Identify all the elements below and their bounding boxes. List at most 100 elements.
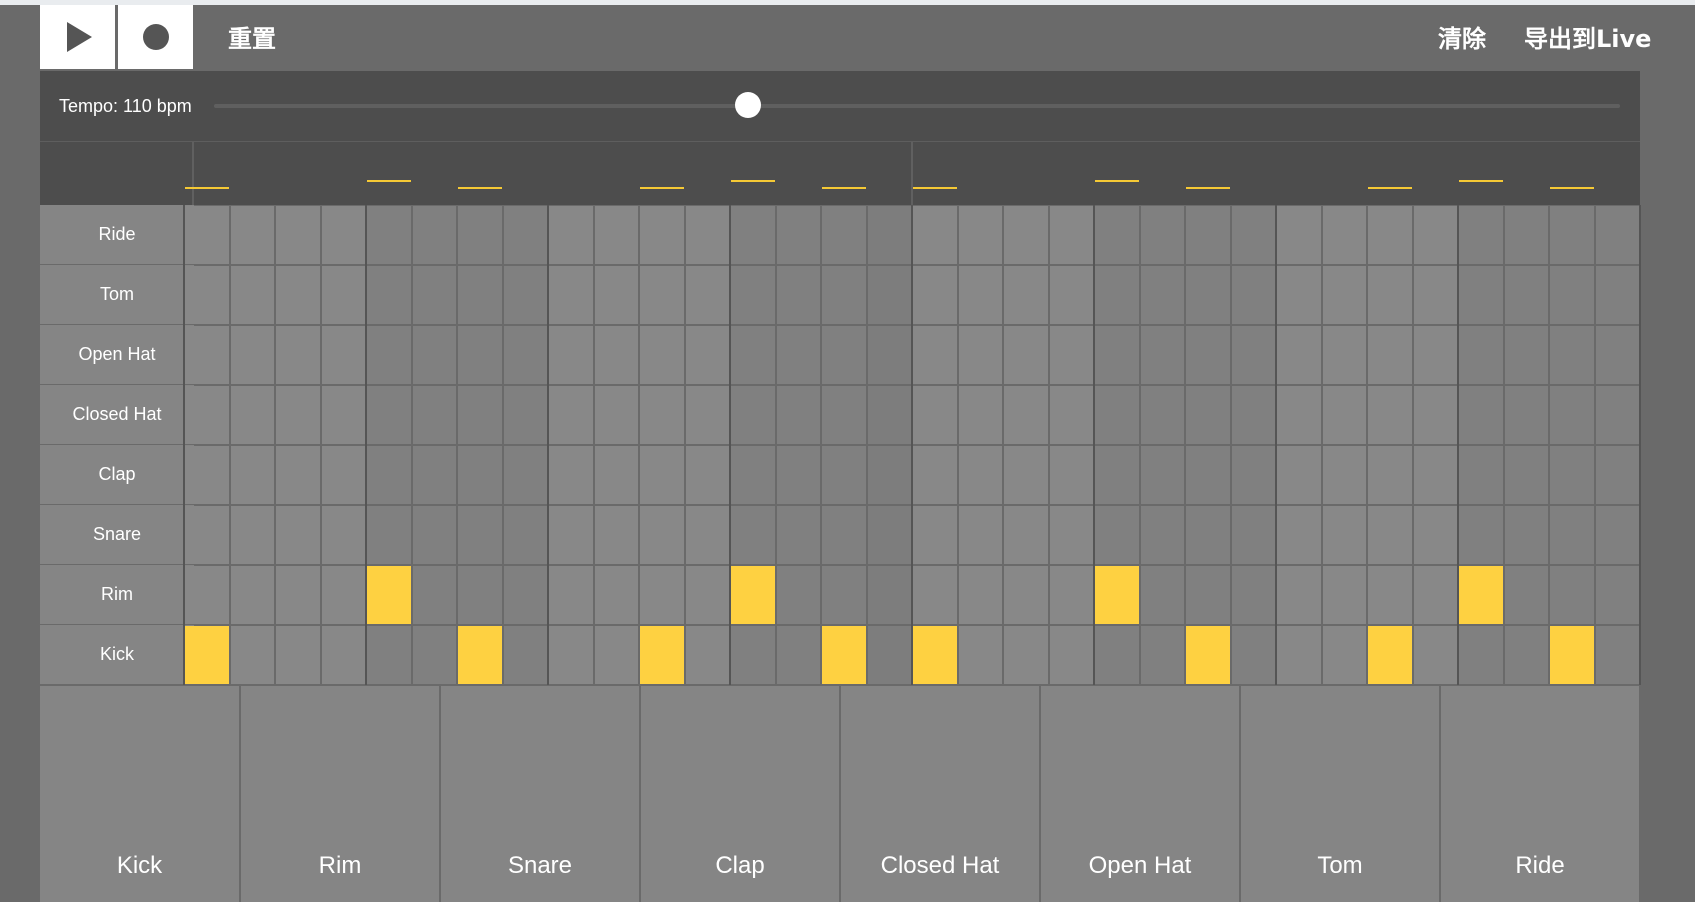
step-cell[interactable] bbox=[1550, 566, 1594, 624]
step-cell[interactable] bbox=[1049, 446, 1093, 504]
step-cell[interactable] bbox=[1140, 386, 1184, 444]
step-cell[interactable] bbox=[1322, 626, 1366, 684]
step-cell[interactable] bbox=[1550, 326, 1594, 384]
step-cell[interactable] bbox=[1277, 566, 1321, 624]
step-cell[interactable] bbox=[867, 206, 911, 264]
step-cell[interactable] bbox=[1095, 266, 1139, 324]
pad-clap[interactable]: Clap bbox=[641, 686, 839, 902]
step-cell[interactable] bbox=[321, 386, 365, 444]
step-cell[interactable] bbox=[1277, 626, 1321, 684]
step-cell[interactable] bbox=[276, 386, 320, 444]
step-cell[interactable] bbox=[1186, 386, 1230, 444]
step-cell[interactable] bbox=[1140, 446, 1184, 504]
step-cell[interactable] bbox=[822, 506, 866, 564]
step-cell[interactable] bbox=[1459, 206, 1503, 264]
step-cell[interactable] bbox=[1368, 266, 1412, 324]
export-to-live-button[interactable]: 导出到Live bbox=[1524, 19, 1651, 54]
step-cell[interactable] bbox=[1550, 626, 1594, 684]
step-cell[interactable] bbox=[867, 566, 911, 624]
step-cell[interactable] bbox=[913, 566, 957, 624]
step-cell[interactable] bbox=[1140, 326, 1184, 384]
step-cell[interactable] bbox=[185, 266, 229, 324]
step-cell[interactable] bbox=[594, 566, 638, 624]
step-cell[interactable] bbox=[1231, 506, 1275, 564]
step-cell[interactable] bbox=[412, 326, 456, 384]
step-cell[interactable] bbox=[321, 326, 365, 384]
step-cell[interactable] bbox=[412, 626, 456, 684]
step-cell[interactable] bbox=[867, 386, 911, 444]
pad-rim[interactable]: Rim bbox=[241, 686, 439, 902]
step-cell[interactable] bbox=[867, 266, 911, 324]
step-cell[interactable] bbox=[1413, 566, 1457, 624]
step-cell[interactable] bbox=[1186, 326, 1230, 384]
step-cell[interactable] bbox=[1322, 266, 1366, 324]
step-cell[interactable] bbox=[412, 386, 456, 444]
step-cell[interactable] bbox=[958, 266, 1002, 324]
step-cell[interactable] bbox=[503, 326, 547, 384]
step-cell[interactable] bbox=[958, 326, 1002, 384]
step-cell[interactable] bbox=[731, 446, 775, 504]
step-cell[interactable] bbox=[1322, 566, 1366, 624]
step-cell[interactable] bbox=[1004, 446, 1048, 504]
step-cell[interactable] bbox=[1413, 326, 1457, 384]
step-cell[interactable] bbox=[321, 626, 365, 684]
step-cell[interactable] bbox=[549, 506, 593, 564]
step-cell[interactable] bbox=[1140, 506, 1184, 564]
step-cell[interactable] bbox=[1049, 266, 1093, 324]
step-cell[interactable] bbox=[1049, 326, 1093, 384]
step-cell[interactable] bbox=[1413, 266, 1457, 324]
step-cell[interactable] bbox=[685, 446, 729, 504]
step-cell[interactable] bbox=[1595, 626, 1639, 684]
step-cell[interactable] bbox=[822, 266, 866, 324]
step-cell[interactable] bbox=[731, 326, 775, 384]
step-cell[interactable] bbox=[1095, 446, 1139, 504]
step-cell[interactable] bbox=[958, 566, 1002, 624]
step-cell[interactable] bbox=[276, 326, 320, 384]
step-cell[interactable] bbox=[594, 266, 638, 324]
step-cell[interactable] bbox=[594, 506, 638, 564]
step-cell[interactable] bbox=[412, 566, 456, 624]
step-cell[interactable] bbox=[276, 206, 320, 264]
step-cell[interactable] bbox=[1595, 506, 1639, 564]
step-cell[interactable] bbox=[594, 326, 638, 384]
step-cell[interactable] bbox=[1368, 566, 1412, 624]
step-cell[interactable] bbox=[1322, 446, 1366, 504]
step-cell[interactable] bbox=[185, 626, 229, 684]
step-cell[interactable] bbox=[1595, 386, 1639, 444]
step-cell[interactable] bbox=[1186, 446, 1230, 504]
step-cell[interactable] bbox=[1322, 506, 1366, 564]
step-cell[interactable] bbox=[867, 506, 911, 564]
step-cell[interactable] bbox=[776, 206, 820, 264]
step-cell[interactable] bbox=[1004, 506, 1048, 564]
step-cell[interactable] bbox=[503, 446, 547, 504]
step-cell[interactable] bbox=[822, 446, 866, 504]
step-cell[interactable] bbox=[1504, 266, 1548, 324]
step-cell[interactable] bbox=[503, 266, 547, 324]
step-cell[interactable] bbox=[822, 326, 866, 384]
step-cell[interactable] bbox=[640, 566, 684, 624]
step-cell[interactable] bbox=[1277, 206, 1321, 264]
step-cell[interactable] bbox=[1459, 446, 1503, 504]
step-cell[interactable] bbox=[1368, 626, 1412, 684]
step-cell[interactable] bbox=[185, 506, 229, 564]
step-cell[interactable] bbox=[1595, 326, 1639, 384]
step-cell[interactable] bbox=[458, 446, 502, 504]
tempo-slider-thumb[interactable] bbox=[735, 92, 762, 118]
step-cell[interactable] bbox=[1459, 626, 1503, 684]
step-cell[interactable] bbox=[1049, 626, 1093, 684]
step-cell[interactable] bbox=[367, 386, 411, 444]
step-cell[interactable] bbox=[913, 446, 957, 504]
step-cell[interactable] bbox=[776, 446, 820, 504]
step-cell[interactable] bbox=[640, 506, 684, 564]
step-cell[interactable] bbox=[1459, 506, 1503, 564]
step-cell[interactable] bbox=[458, 326, 502, 384]
step-cell[interactable] bbox=[1095, 386, 1139, 444]
step-cell[interactable] bbox=[1004, 626, 1048, 684]
step-cell[interactable] bbox=[1004, 566, 1048, 624]
step-cell[interactable] bbox=[822, 386, 866, 444]
step-cell[interactable] bbox=[1504, 206, 1548, 264]
step-cell[interactable] bbox=[1550, 266, 1594, 324]
step-cell[interactable] bbox=[867, 626, 911, 684]
step-cell[interactable] bbox=[640, 326, 684, 384]
step-cell[interactable] bbox=[1368, 506, 1412, 564]
